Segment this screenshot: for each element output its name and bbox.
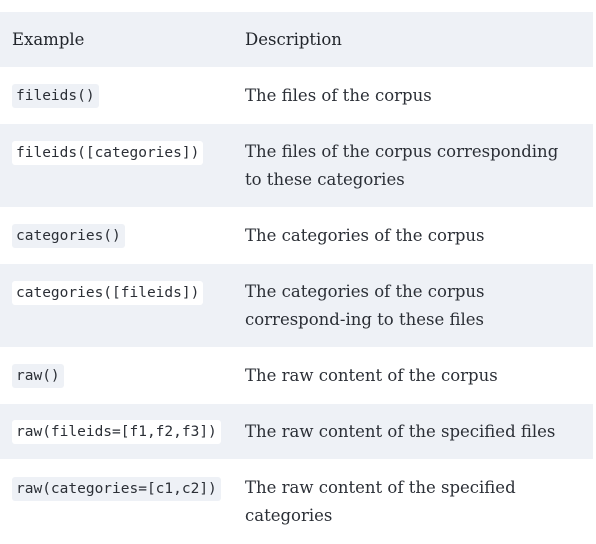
row-description: The categories of the corpus — [245, 225, 485, 245]
header-description: Description — [245, 26, 593, 54]
table-row: raw() The raw content of the corpus — [0, 348, 593, 404]
header-description-label: Description — [245, 29, 342, 49]
corpus-methods-table: Example Description fileids() The files … — [0, 12, 593, 544]
row-description: The raw content of the specified files — [245, 421, 556, 441]
table-header-row: Example Description — [0, 12, 593, 68]
table-row: raw(fileids=[f1,f2,f3]) The raw content … — [0, 404, 593, 460]
code-example: raw(fileids=[f1,f2,f3]) — [12, 419, 221, 444]
row-description: The files of the corpus corresponding to… — [245, 142, 559, 189]
table-row: fileids([categories]) The files of the c… — [0, 124, 593, 208]
row-description: The files of the corpus — [245, 85, 432, 105]
code-example: raw(categories=[c1,c2]) — [12, 477, 221, 501]
code-example: raw() — [12, 363, 64, 388]
code-example: fileids() — [12, 83, 99, 108]
header-example-label: Example — [12, 29, 85, 49]
code-example: categories([fileids]) — [12, 281, 204, 305]
table-row: categories([fileids]) The categories of … — [0, 264, 593, 348]
row-description: The raw content of the corpus — [245, 365, 498, 385]
table-row: categories() The categories of the corpu… — [0, 208, 593, 264]
code-example: categories() — [12, 223, 125, 248]
table-row: raw(categories=[c1,c2]) The raw content … — [0, 460, 593, 544]
row-description: The raw content of the specified categor… — [245, 478, 516, 525]
code-example: fileids([categories]) — [12, 141, 204, 165]
header-example: Example — [0, 26, 245, 54]
table-row: fileids() The files of the corpus — [0, 68, 593, 124]
row-description: The categories of the corpus correspond-… — [245, 282, 485, 329]
